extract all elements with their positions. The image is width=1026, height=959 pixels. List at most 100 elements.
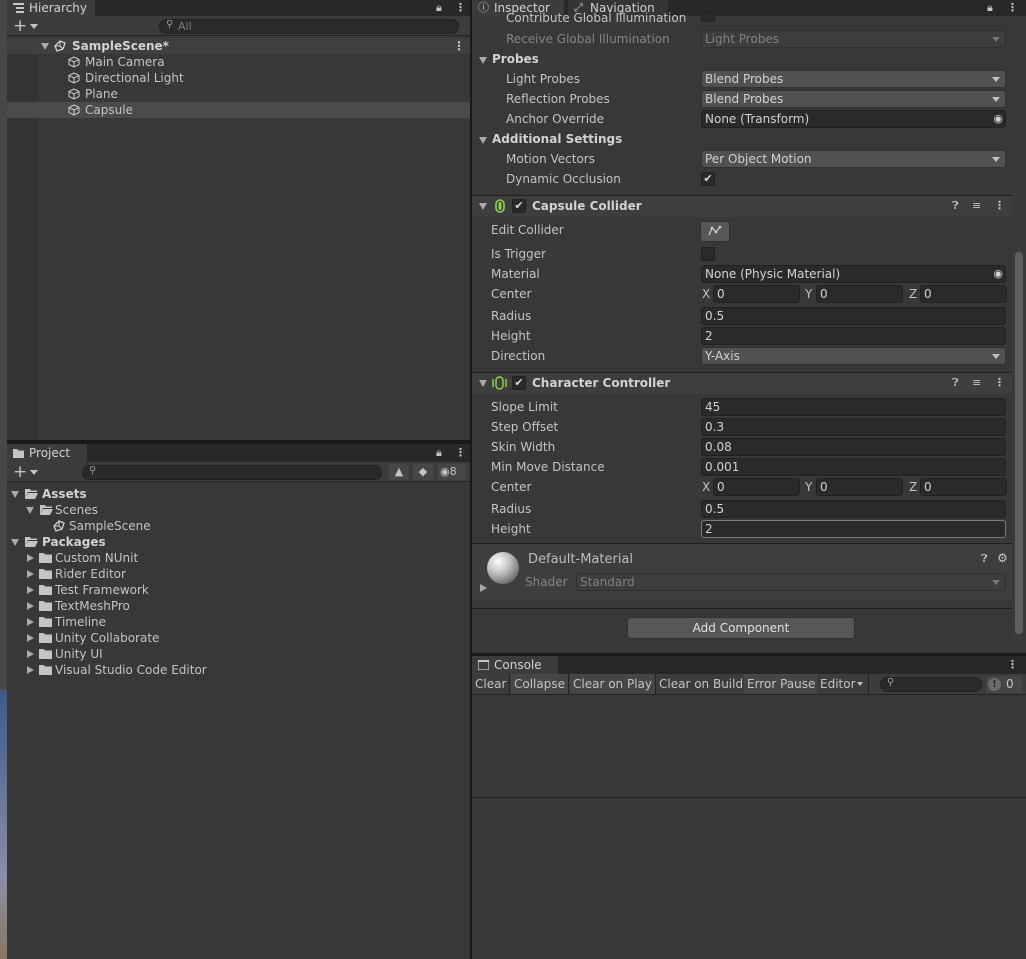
console-search-input[interactable]: ⚲ xyxy=(880,677,982,692)
presets-icon[interactable]: ≡ xyxy=(972,199,981,212)
collider-center-x-field[interactable]: 0 xyxy=(713,285,800,303)
tree-item-package[interactable]: TextMeshPro xyxy=(7,598,470,614)
hierarchy-item-capsule[interactable]: Capsule xyxy=(7,102,470,118)
component-menu-icon[interactable]: ⋮ xyxy=(994,199,1005,212)
filter-by-label-icon[interactable]: ◆ xyxy=(413,464,433,480)
y-axis-label[interactable]: Y xyxy=(805,480,812,494)
skin-width-field[interactable]: 0.08 xyxy=(701,438,1006,456)
collapse-button[interactable]: Collapse xyxy=(511,674,569,694)
hierarchy-item-plane[interactable]: Plane xyxy=(7,86,470,102)
kebab-menu-icon[interactable]: ⋮ xyxy=(1007,2,1018,14)
hierarchy-item-directional-light[interactable]: Directional Light xyxy=(7,70,470,86)
controller-radius-field[interactable]: 0.5 xyxy=(701,500,1006,518)
filter-by-type-icon[interactable]: ▲ xyxy=(389,464,409,480)
collider-center-z-field[interactable]: 0 xyxy=(920,285,1007,303)
collapsed-arrow-icon[interactable] xyxy=(480,584,487,592)
z-axis-label[interactable]: Z xyxy=(909,287,917,301)
scene-kebab-icon[interactable]: ⋮ xyxy=(453,38,465,54)
tab-hierarchy[interactable]: Hierarchy xyxy=(7,0,95,16)
collapsed-arrow-icon[interactable] xyxy=(27,634,34,642)
character-controller-enabled-checkbox[interactable]: ✔ xyxy=(512,376,526,390)
tree-item-package[interactable]: Visual Studio Code Editor xyxy=(7,662,470,678)
collider-center-y-field[interactable]: 0 xyxy=(816,285,903,303)
foldout-arrow-icon[interactable] xyxy=(479,380,487,387)
lock-icon[interactable]: 🔒︎ xyxy=(436,2,442,14)
expand-arrow-icon[interactable] xyxy=(41,43,49,50)
tree-item-packages[interactable]: Packages xyxy=(7,534,470,550)
collapsed-arrow-icon[interactable] xyxy=(27,618,34,626)
hierarchy-search-input[interactable]: ⚲ All xyxy=(159,19,459,34)
tree-item-package[interactable]: Unity UI xyxy=(7,646,470,662)
tree-item-package[interactable]: Custom NUnit xyxy=(7,550,470,566)
hidden-packages-toggle[interactable]: ◉8 xyxy=(438,464,466,480)
object-picker-icon[interactable]: ◉ xyxy=(993,266,1003,282)
y-axis-label[interactable]: Y xyxy=(805,287,812,301)
collapsed-arrow-icon[interactable] xyxy=(27,602,34,610)
controller-center-y-field[interactable]: 0 xyxy=(816,478,903,496)
dynamic-occlusion-checkbox[interactable]: ✔ xyxy=(701,172,715,186)
scrollbar-thumb[interactable] xyxy=(1015,252,1023,634)
motion-vectors-dropdown[interactable]: Per Object Motion xyxy=(701,150,1006,168)
collapsed-arrow-icon[interactable] xyxy=(27,586,34,594)
step-offset-field[interactable]: 0.3 xyxy=(701,418,1006,436)
error-pause-button[interactable]: Error Pause xyxy=(744,674,820,694)
component-menu-icon[interactable]: ⋮ xyxy=(994,376,1005,389)
tree-item-samplescene[interactable]: SampleScene xyxy=(7,518,470,534)
hierarchy-item-main-camera[interactable]: Main Camera xyxy=(7,54,470,70)
capsule-collider-enabled-checkbox[interactable]: ✔ xyxy=(512,199,526,213)
collapsed-arrow-icon[interactable] xyxy=(27,554,34,562)
tree-item-package[interactable]: Test Framework xyxy=(7,582,470,598)
lock-icon[interactable]: 🔒︎ xyxy=(436,447,442,459)
additional-settings-header[interactable]: Additional Settings xyxy=(492,132,622,146)
direction-dropdown[interactable]: Y-Axis xyxy=(701,347,1006,365)
physic-material-field[interactable]: None (Physic Material) ◉ xyxy=(701,265,1006,283)
tree-item-assets[interactable]: Assets xyxy=(7,486,470,502)
foldout-arrow-icon[interactable] xyxy=(479,57,487,64)
probes-header[interactable]: Probes xyxy=(492,52,539,66)
shader-dropdown[interactable]: Standard xyxy=(576,573,1006,591)
help-icon[interactable]: ❓︎ xyxy=(952,376,959,390)
inspector-scrollbar[interactable] xyxy=(1012,16,1026,653)
contribute-gi-checkbox[interactable] xyxy=(701,12,715,22)
tab-console[interactable]: Console xyxy=(472,656,558,674)
tree-item-scenes[interactable]: Scenes xyxy=(7,502,470,518)
add-icon[interactable]: + xyxy=(13,16,27,36)
clear-button[interactable]: Clear xyxy=(472,674,511,694)
anchor-override-field[interactable]: None (Transform) ◉ xyxy=(701,110,1006,128)
expand-arrow-icon[interactable] xyxy=(26,507,34,514)
character-controller-header[interactable]: ✔ Character Controller ❓︎ ≡ ⋮ xyxy=(472,372,1012,394)
x-axis-label[interactable]: X xyxy=(702,287,710,301)
clear-on-play-button[interactable]: Clear on Play xyxy=(570,674,656,694)
presets-icon[interactable]: ≡ xyxy=(972,376,981,389)
slope-limit-field[interactable]: 45 xyxy=(701,398,1006,416)
is-trigger-checkbox[interactable] xyxy=(701,247,715,261)
foldout-arrow-icon[interactable] xyxy=(479,203,487,210)
help-icon[interactable]: ❓︎ xyxy=(952,199,959,213)
scene-row[interactable]: SampleScene* ⋮ xyxy=(7,38,470,54)
lock-icon[interactable]: 🔒︎ xyxy=(987,2,993,14)
help-icon[interactable]: ❓︎ xyxy=(981,552,988,566)
controller-height-field[interactable]: 2 xyxy=(701,520,1006,538)
collapsed-arrow-icon[interactable] xyxy=(27,650,34,658)
collapsed-arrow-icon[interactable] xyxy=(27,570,34,578)
add-component-button[interactable]: Add Component xyxy=(627,617,855,639)
kebab-menu-icon[interactable]: ⋮ xyxy=(455,447,466,459)
expand-arrow-icon[interactable] xyxy=(11,539,19,546)
light-probes-dropdown[interactable]: Blend Probes xyxy=(701,70,1006,88)
collider-height-field[interactable]: 2 xyxy=(701,327,1006,345)
collider-radius-field[interactable]: 0.5 xyxy=(701,307,1006,325)
foldout-arrow-icon[interactable] xyxy=(479,137,487,144)
reflection-probes-dropdown[interactable]: Blend Probes xyxy=(701,90,1006,108)
kebab-menu-icon[interactable]: ⋮ xyxy=(455,2,466,14)
kebab-menu-icon[interactable]: ⋮ xyxy=(1007,659,1018,671)
tree-item-package[interactable]: Timeline xyxy=(7,614,470,630)
collapsed-arrow-icon[interactable] xyxy=(27,666,34,674)
min-move-distance-field[interactable]: 0.001 xyxy=(701,458,1006,476)
tab-project[interactable]: Project xyxy=(7,444,87,462)
tree-item-package[interactable]: Rider Editor xyxy=(7,566,470,582)
edit-collider-button[interactable] xyxy=(700,221,730,242)
expand-arrow-icon[interactable] xyxy=(11,491,19,498)
controller-center-z-field[interactable]: 0 xyxy=(920,478,1007,496)
project-search-input[interactable]: ⚲ xyxy=(82,465,382,480)
error-count-toggle[interactable]: ! 0 xyxy=(986,676,1022,693)
